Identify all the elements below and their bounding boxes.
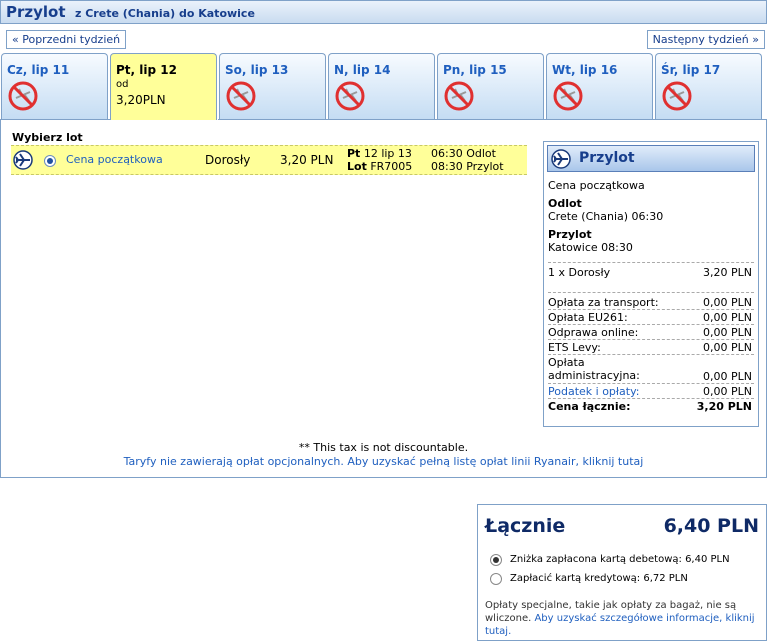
select-flight-heading: Wybierz lot [12, 131, 83, 144]
fee-label: Opłata za transport: [548, 296, 659, 309]
flight-number-line: Lot FR7005 [347, 160, 412, 173]
next-week-button[interactable]: Następny tydzień » [646, 30, 765, 49]
credit-card-radio[interactable] [490, 573, 502, 585]
fee-label: ETS Levy: [548, 341, 601, 354]
divider [548, 383, 754, 384]
debit-card-label: Zniżka zapłacona kartą debetową: 6,40 PL… [510, 554, 730, 565]
divider [548, 324, 754, 325]
page-title: Przylot [6, 3, 66, 21]
tab-day-3[interactable]: N, lip 14 [328, 53, 435, 120]
debit-card-radio[interactable] [490, 554, 502, 566]
flight-price: 3,20 PLN [280, 153, 334, 167]
passenger-type: Dorosły [205, 153, 251, 167]
fee-label: Opłata EU261: [548, 311, 628, 324]
fee-value: 0,00 PLN [703, 370, 752, 383]
total-amount: 6,40 PLN [663, 515, 759, 537]
flight-label: Lot [347, 160, 367, 173]
flight-date: 12 lip 13 [363, 147, 412, 160]
fee-value: 0,00 PLN [703, 341, 752, 354]
arrive-label: Przylot [466, 160, 504, 173]
summary-arrive-detail: Katowice 08:30 [548, 241, 633, 254]
credit-card-label: Zapłacić kartą kredytową: 6,72 PLN [510, 573, 688, 584]
fare-name[interactable]: Cena początkowa [66, 153, 163, 166]
tab-day-label: N, lip 14 [334, 63, 391, 77]
summary-header: Przylot [547, 145, 755, 172]
fees-link[interactable]: Taryfy nie zawierają opłat opcjonalnych.… [0, 455, 767, 468]
fee-value: 0,00 PLN [703, 326, 752, 339]
tab-day-label: So, lip 13 [225, 63, 289, 77]
no-flight-icon [335, 81, 365, 111]
summary-total-label: Cena łącznie: [548, 400, 631, 413]
no-flight-icon [553, 81, 583, 111]
flight-date-line: Pt 12 lip 13 [347, 147, 412, 160]
tab-day-2[interactable]: So, lip 13 [219, 53, 326, 120]
depart-label: Odlot [466, 147, 496, 160]
airplane-icon [551, 149, 571, 169]
tab-from-label: od [116, 79, 129, 90]
divider [548, 262, 754, 263]
divider [548, 292, 754, 293]
summary-total-value: 3,20 PLN [696, 400, 752, 413]
divider [218, 119, 767, 120]
tax-note: ** This tax is not discountable. [298, 441, 469, 454]
day-label: Pt [347, 147, 361, 160]
passenger-line: 1 x Dorosły [548, 266, 611, 279]
tab-price: 3,20PLN [116, 93, 166, 107]
prev-week-button[interactable]: « Poprzedni tydzień [6, 30, 127, 49]
fee-value: 0,00 PLN [703, 311, 752, 324]
fee-label: Odprawa online: [548, 326, 639, 339]
passenger-price: 3,20 PLN [703, 266, 752, 279]
tab-day-0[interactable]: Cz, lip 11 [1, 53, 108, 120]
title-bar: Przylot z Crete (Chania) do Katowice [0, 0, 767, 24]
no-flight-icon [226, 81, 256, 111]
total-box: Łącznie 6,40 PLN Zniżka zapłacona kartą … [477, 504, 767, 641]
divider [548, 354, 754, 355]
summary-depart-detail: Crete (Chania) 06:30 [548, 210, 664, 223]
tab-day-label: Pt, lip 12 [116, 63, 177, 77]
tab-day-6[interactable]: Śr, lip 17 [655, 53, 762, 120]
arrive-time: 08:30 [431, 160, 463, 173]
divider [548, 398, 754, 399]
depart-line: 06:30 Odlot [431, 147, 496, 160]
flight-row[interactable]: Cena początkowa Dorosły 3,20 PLN Pt 12 l… [11, 145, 527, 175]
no-flight-icon [444, 81, 474, 111]
tab-day-1[interactable]: Pt, lip 12 od 3,20PLN [110, 53, 217, 120]
airplane-icon [13, 150, 33, 170]
fee-value: 0,00 PLN [703, 385, 752, 398]
tab-day-5[interactable]: Wt, lip 16 [546, 53, 653, 120]
no-flight-icon [8, 81, 38, 111]
taxes-link[interactable]: Podatek i opłaty: [548, 385, 640, 398]
tab-day-label: Wt, lip 16 [552, 63, 618, 77]
tab-day-label: Śr, lip 17 [661, 63, 721, 77]
tab-day-label: Pn, lip 15 [443, 63, 507, 77]
tab-day-label: Cz, lip 11 [7, 63, 70, 77]
fee-value: 0,00 PLN [703, 296, 752, 309]
arrive-line: 08:30 Przylot [431, 160, 504, 173]
divider [0, 119, 110, 120]
summary-depart-heading: Odlot [548, 197, 582, 210]
total-label: Łącznie [485, 515, 566, 537]
special-fees-note: Opłaty specjalne, takie jak opłaty za ba… [485, 599, 757, 638]
flight-number: FR7005 [370, 160, 413, 173]
summary-fare: Cena początkowa [548, 179, 645, 192]
fee-label: Opłata administracyjna: [548, 356, 640, 382]
date-tabs: Cz, lip 11 Pt, lip 12 od 3,20PLN So, lip… [0, 53, 767, 120]
divider [548, 339, 754, 340]
route-label: z Crete (Chania) do Katowice [75, 7, 255, 20]
summary-arrive-heading: Przylot [548, 228, 592, 241]
depart-time: 06:30 [431, 147, 463, 160]
no-flight-icon [662, 81, 692, 111]
fare-radio[interactable] [44, 155, 56, 167]
summary-title: Przylot [579, 150, 635, 166]
flight-summary: Przylot Cena początkowa Odlot Crete (Cha… [543, 141, 759, 427]
divider [548, 309, 754, 310]
tab-day-4[interactable]: Pn, lip 15 [437, 53, 544, 120]
